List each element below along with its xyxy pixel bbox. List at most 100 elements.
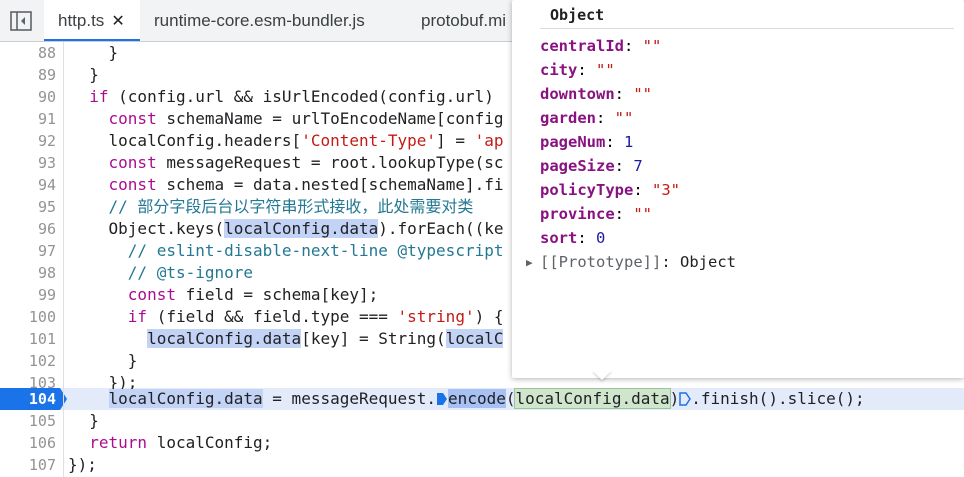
toggle-navigator-button[interactable] xyxy=(6,9,36,33)
code-line: if (field && field.type === 'string') { xyxy=(70,306,504,328)
line-number: 99 xyxy=(37,286,56,304)
property-key: policyType xyxy=(540,181,634,199)
property-key: centralId xyxy=(540,37,624,55)
code-text: (field && field.type === xyxy=(147,307,398,326)
line-number: 97 xyxy=(37,242,56,260)
code-line: localConfig.headers['Content-Type'] = 'a… xyxy=(70,130,504,152)
current-line-number: 104 xyxy=(28,390,56,408)
line-number: 102 xyxy=(28,352,56,370)
tab-label: protobuf.mi xyxy=(421,11,507,30)
string-literal: 'string' xyxy=(397,307,475,326)
tab-label: http.ts xyxy=(58,11,105,30)
popover-title: Object xyxy=(550,6,605,24)
code-text: localConfig; xyxy=(147,433,273,452)
keyword: if xyxy=(89,87,109,106)
property-value: 7 xyxy=(633,157,643,175)
keyword: if xyxy=(127,307,148,326)
property-key: downtown xyxy=(540,85,615,103)
code-text: field = schema[key]; xyxy=(175,285,379,304)
code-line: // eslint-disable-next-line @typescript xyxy=(70,240,504,262)
property-key: garden xyxy=(540,109,596,127)
line-number: 91 xyxy=(37,110,56,128)
line-number: 101 xyxy=(28,330,56,348)
code-line: Object.keys(localConfig.data).forEach((k… xyxy=(70,218,503,240)
keyword: const xyxy=(108,153,157,172)
prototype-row[interactable]: ▶ [[Prototype]]: Object xyxy=(526,250,736,275)
keyword: const xyxy=(127,285,176,304)
code-line: // 部分字段后台以字符串形式接收，此处需要对类 xyxy=(70,196,474,218)
tab-http-ts[interactable]: http.ts ✕ xyxy=(44,0,140,41)
expand-triangle-icon[interactable]: ▶ xyxy=(526,251,540,275)
tab-runtime-core[interactable]: runtime-core.esm-bundler.js xyxy=(154,0,365,42)
code-line: const messageRequest = root.lookupType(s… xyxy=(70,152,504,174)
code-line: }); xyxy=(68,455,97,474)
line-number: 107 xyxy=(28,456,56,474)
step-marker-icon[interactable] xyxy=(679,392,692,406)
property-value: "3" xyxy=(652,181,680,199)
line-number: 100 xyxy=(28,308,56,326)
property-key: city xyxy=(540,61,578,79)
code-text: localConfig.headers[ xyxy=(70,131,302,150)
comment: // @ts-ignore xyxy=(127,263,254,282)
code-text: Object.keys( xyxy=(70,219,225,238)
property-row[interactable]: pageSize: 7 xyxy=(540,154,643,178)
code-line: const schemaName = urlToEncodeName[confi… xyxy=(70,108,504,130)
property-row[interactable]: centralId: "" xyxy=(540,34,661,58)
function-name[interactable]: encode xyxy=(448,389,506,408)
property-row[interactable]: downtown: "" xyxy=(540,82,652,106)
property-row[interactable]: garden: "" xyxy=(540,106,633,130)
code-text: schemaName = urlToEncodeName[config xyxy=(156,109,504,128)
property-key: pageSize xyxy=(540,157,615,175)
tab-protobuf[interactable]: protobuf.mi xyxy=(421,0,506,42)
property-row[interactable]: city: "" xyxy=(540,58,615,82)
property-row[interactable]: pageNum: 1 xyxy=(540,130,633,154)
variable-highlight[interactable]: localC xyxy=(445,329,504,348)
line-number: 88 xyxy=(37,44,56,62)
line-number: 90 xyxy=(37,88,56,106)
keyword: const xyxy=(108,109,157,128)
line-number-gutter: 88 89 90 91 92 93 94 95 96 97 98 99 100 … xyxy=(0,42,64,477)
property-value: "" xyxy=(614,109,634,127)
variable-highlight[interactable]: localConfig.data xyxy=(147,329,302,348)
property-row[interactable]: sort: 0 xyxy=(540,226,605,250)
code-text: ) { xyxy=(474,307,504,326)
code-line: localConfig.data[key] = String(localC xyxy=(70,328,504,350)
line-number: 98 xyxy=(37,264,56,282)
line-number: 89 xyxy=(37,66,56,84)
code-line: } xyxy=(70,411,99,430)
popover-divider xyxy=(540,28,954,29)
hovered-expression[interactable]: localConfig.data xyxy=(514,388,671,409)
property-row[interactable]: province: "" xyxy=(540,202,652,226)
prototype-key: [[Prototype]] xyxy=(540,253,662,271)
property-value: "" xyxy=(642,37,662,55)
step-into-marker-icon[interactable] xyxy=(436,392,448,406)
code-text: [key] = String( xyxy=(301,329,446,348)
line-number: 92 xyxy=(37,132,56,150)
code-line: } xyxy=(70,65,99,84)
property-key: province xyxy=(540,205,615,223)
code-text: messageRequest = root.lookupType(sc xyxy=(156,153,504,172)
line-number: 93 xyxy=(37,154,56,172)
code-line: return localConfig; xyxy=(70,432,272,454)
code-text: schema = data.nested[schemaName].fi xyxy=(156,175,504,194)
code-line: } xyxy=(70,351,138,370)
comment: // 部分字段后台以字符串形式接收，此处需要对类 xyxy=(108,197,474,216)
object-preview-popover[interactable]: Object centralId: "" city: "" downtown: … xyxy=(512,0,964,378)
comment: // eslint-disable-next-line @typescript xyxy=(127,241,504,260)
property-row[interactable]: policyType: "3" xyxy=(540,178,680,202)
string-literal: 'Content-Type' xyxy=(301,131,437,150)
code-line: // @ts-ignore xyxy=(70,262,253,284)
property-value: "" xyxy=(633,205,652,223)
line-number: 96 xyxy=(37,220,56,238)
variable-highlight[interactable]: localConfig.data xyxy=(108,389,263,408)
popover-pointer xyxy=(592,370,612,380)
variable-highlight[interactable]: localConfig.data xyxy=(224,219,379,238)
code-text: ] = xyxy=(436,131,475,150)
property-value: "" xyxy=(596,61,615,79)
close-icon[interactable]: ✕ xyxy=(111,13,124,30)
prototype-value: Object xyxy=(680,253,736,271)
code-line: if (config.url && isUrlEncoded(config.ur… xyxy=(70,86,494,108)
line-number: 95 xyxy=(37,198,56,216)
tab-label: runtime-core.esm-bundler.js xyxy=(154,11,365,30)
line-number: 105 xyxy=(28,412,56,430)
